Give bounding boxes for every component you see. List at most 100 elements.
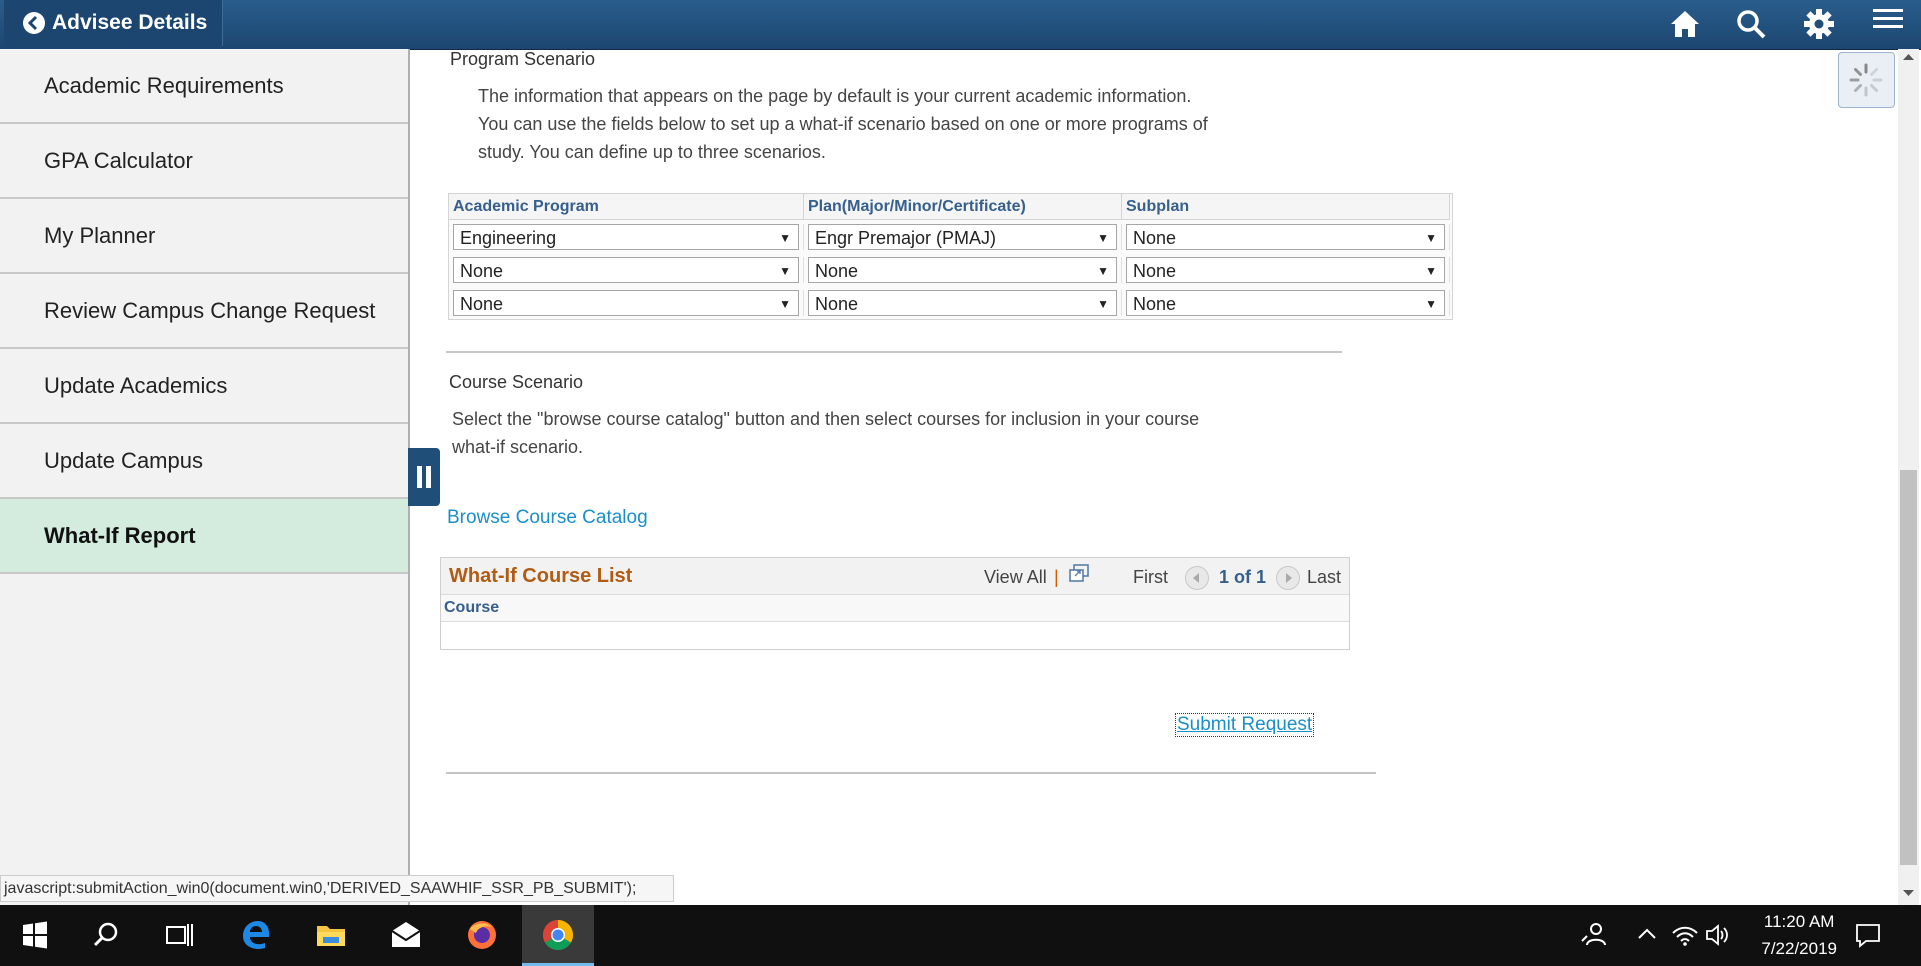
- sidebar-item-label: Update Campus: [44, 447, 203, 473]
- program-scenario-title: Program Scenario: [450, 49, 596, 69]
- scrollbar-thumb[interactable]: [1900, 470, 1917, 865]
- sidebar-item-update-campus[interactable]: Update Campus: [0, 424, 408, 499]
- dropdown-arrow-icon: ▼: [1425, 296, 1437, 311]
- hamburger-menu-icon[interactable]: [1870, 2, 1906, 38]
- plan-select[interactable]: None ▼: [808, 256, 1117, 283]
- file-explorer-icon[interactable]: [313, 917, 349, 953]
- table-row: None ▼ None ▼ None ▼: [449, 286, 1452, 319]
- academic-program-select[interactable]: Engineering ▼: [453, 223, 799, 250]
- program-scenario-table: Academic Program Plan(Major/Minor/Certif…: [448, 193, 1453, 320]
- dropdown-arrow-icon: ▼: [779, 296, 791, 311]
- select-value: None: [460, 260, 504, 281]
- select-value: None: [815, 293, 859, 314]
- table-row: None ▼ None ▼ None ▼: [449, 253, 1452, 286]
- windows-start-icon[interactable]: [17, 917, 53, 953]
- page-title: Advisee Details: [52, 11, 208, 34]
- dropdown-arrow-icon: ▼: [1097, 263, 1109, 278]
- firefox-icon[interactable]: [464, 917, 500, 953]
- empty-table-row: [441, 622, 1349, 649]
- next-page-icon[interactable]: [1276, 566, 1300, 590]
- table-header-row: Academic Program Plan(Major/Minor/Certif…: [449, 194, 1452, 220]
- home-icon[interactable]: [1667, 6, 1703, 42]
- sidebar-item-label: Academic Requirements: [44, 72, 284, 98]
- chrome-icon[interactable]: [540, 917, 576, 953]
- course-column-header: Course: [441, 595, 1349, 622]
- top-header: Advisee Details: [0, 0, 1921, 50]
- previous-page-icon[interactable]: [1185, 566, 1209, 590]
- spinner-icon: [1849, 63, 1883, 97]
- dropdown-arrow-icon: ▼: [779, 263, 791, 278]
- dropdown-arrow-icon: ▼: [1097, 230, 1109, 245]
- subplan-select[interactable]: None ▼: [1126, 289, 1445, 316]
- sidebar-item-label: What-If Report: [44, 522, 196, 548]
- select-value: Engineering: [460, 227, 557, 248]
- scroll-up-arrow-icon[interactable]: [1902, 52, 1915, 62]
- academic-program-select[interactable]: None ▼: [453, 256, 799, 283]
- dropdown-arrow-icon: ▼: [1097, 296, 1109, 311]
- main-content: Program Scenario The information that ap…: [410, 49, 1890, 905]
- select-value: None: [1133, 260, 1177, 281]
- dropdown-arrow-icon: ▼: [779, 230, 791, 245]
- search-icon[interactable]: [88, 917, 124, 953]
- last-page-link[interactable]: Last: [1307, 567, 1341, 588]
- sidebar-item-label: GPA Calculator: [44, 147, 193, 173]
- dropdown-arrow-icon: ▼: [1425, 263, 1437, 278]
- divider: [446, 772, 1376, 774]
- column-header: Subplan: [1122, 194, 1450, 220]
- volume-icon[interactable]: [1704, 921, 1732, 949]
- popup-window-icon[interactable]: [1068, 564, 1090, 584]
- sidebar-item-label: My Planner: [44, 222, 156, 248]
- gear-icon[interactable]: [1801, 6, 1837, 42]
- sidebar-item-update-academics[interactable]: Update Academics: [0, 349, 408, 424]
- browse-course-catalog-link[interactable]: Browse Course Catalog: [447, 507, 648, 529]
- sidebar-item-label: Update Academics: [44, 372, 228, 398]
- mail-icon[interactable]: [388, 917, 424, 953]
- people-icon[interactable]: [1578, 919, 1608, 949]
- scroll-down-arrow-icon[interactable]: [1902, 888, 1915, 898]
- notification-center-icon[interactable]: [1854, 921, 1882, 949]
- plan-select[interactable]: None ▼: [808, 289, 1117, 316]
- course-scenario-description: Select the "browse course catalog" butto…: [452, 409, 1200, 457]
- clock-time: 11:20 AM: [1763, 912, 1835, 931]
- back-button[interactable]: Advisee Details: [4, 0, 223, 46]
- sidebar-item-label: Review Campus Change Request: [44, 297, 376, 323]
- view-all-link[interactable]: View All: [984, 567, 1047, 588]
- task-view-icon[interactable]: [161, 917, 197, 953]
- divider: [446, 351, 1342, 353]
- sidebar-item-gpa-calculator[interactable]: GPA Calculator: [0, 124, 408, 199]
- subplan-select[interactable]: None ▼: [1126, 223, 1445, 250]
- select-value: None: [1133, 227, 1177, 248]
- program-scenario-description: The information that appears on the page…: [478, 86, 1208, 162]
- what-if-course-list-grid: What-If Course List View All | First 1 o…: [440, 557, 1350, 650]
- table-row: Engineering ▼ Engr Premajor (PMAJ) ▼ None ▼: [449, 220, 1452, 253]
- subplan-select[interactable]: None ▼: [1126, 256, 1445, 283]
- chevron-up-icon[interactable]: [1636, 921, 1658, 947]
- submit-request-link[interactable]: Submit Request: [1175, 713, 1315, 737]
- loading-indicator: [1838, 52, 1895, 108]
- plan-select[interactable]: Engr Premajor (PMAJ) ▼: [808, 223, 1117, 250]
- column-header: Academic Program: [449, 194, 804, 220]
- page-indicator: 1 of 1: [1219, 567, 1267, 587]
- select-value: Engr Premajor (PMAJ): [815, 227, 997, 248]
- grid-header: What-If Course List View All | First 1 o…: [441, 558, 1349, 595]
- edge-icon[interactable]: [237, 917, 273, 953]
- column-header: Plan(Major/Minor/Certificate): [804, 194, 1122, 220]
- grid-title: What-If Course List: [449, 565, 633, 587]
- academic-program-select[interactable]: None ▼: [453, 289, 799, 316]
- sidebar-item-academic-requirements[interactable]: Academic Requirements: [0, 49, 408, 124]
- system-clock[interactable]: 11:20 AM 7/22/2019: [1761, 912, 1837, 959]
- clock-date: 7/22/2019: [1761, 939, 1837, 958]
- sidebar-item-review-campus-change-request[interactable]: Review Campus Change Request: [0, 274, 408, 349]
- select-value: None: [815, 260, 859, 281]
- chevron-left-icon: [23, 12, 45, 34]
- select-value: None: [1133, 293, 1177, 314]
- sidebar-item-my-planner[interactable]: My Planner: [0, 199, 408, 274]
- status-bar-url: javascript:submitAction_win0(document.wi…: [0, 875, 674, 902]
- windows-taskbar: 11:20 AM 7/22/2019: [0, 905, 1921, 966]
- dropdown-arrow-icon: ▼: [1425, 230, 1437, 245]
- sidebar-nav: Academic Requirements GPA Calculator My …: [0, 49, 410, 905]
- first-page-link[interactable]: First: [1133, 567, 1168, 588]
- sidebar-item-what-if-report[interactable]: What-If Report: [0, 499, 408, 574]
- network-icon[interactable]: [1671, 921, 1699, 949]
- search-icon[interactable]: [1733, 6, 1769, 42]
